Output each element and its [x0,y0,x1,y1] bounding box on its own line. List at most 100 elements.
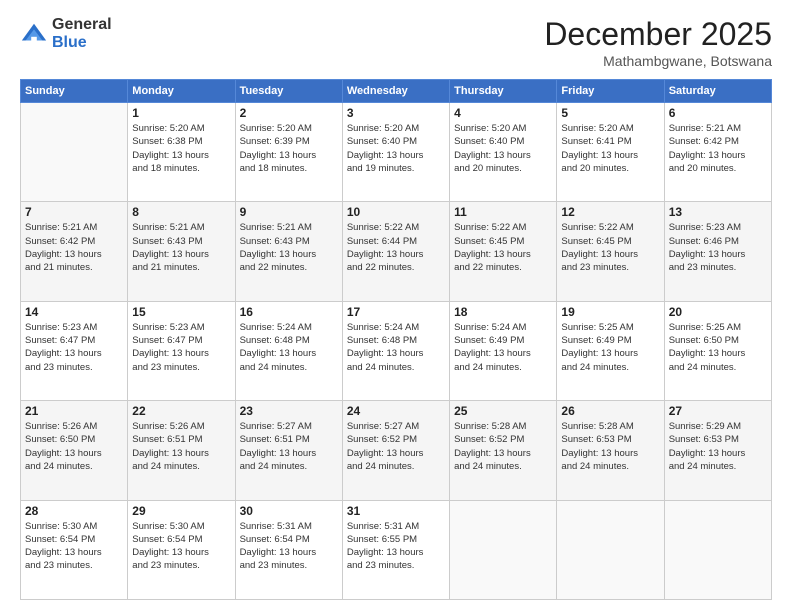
table-row [21,103,128,202]
calendar-week-row: 14 Sunrise: 5:23 AM Sunset: 6:47 PM Dayli… [21,301,772,400]
day-number: 13 [669,205,767,219]
day-info: Sunrise: 5:26 AM Sunset: 6:50 PM Dayligh… [25,420,123,473]
table-row: 18 Sunrise: 5:24 AM Sunset: 6:49 PM Dayli… [450,301,557,400]
day-info: Sunrise: 5:24 AM Sunset: 6:48 PM Dayligh… [240,321,338,374]
col-monday: Monday [128,80,235,103]
day-info: Sunrise: 5:20 AM Sunset: 6:40 PM Dayligh… [454,122,552,175]
day-number: 14 [25,305,123,319]
day-info: Sunrise: 5:21 AM Sunset: 6:42 PM Dayligh… [669,122,767,175]
col-tuesday: Tuesday [235,80,342,103]
col-saturday: Saturday [664,80,771,103]
day-number: 3 [347,106,445,120]
table-row: 28 Sunrise: 5:30 AM Sunset: 6:54 PM Dayli… [21,500,128,599]
table-row: 17Sunrise: 5:24 AM Sunset: 6:48 PM Dayli… [342,301,449,400]
day-info: Sunrise: 5:28 AM Sunset: 6:53 PM Dayligh… [561,420,659,473]
day-info: Sunrise: 5:30 AM Sunset: 6:54 PM Dayligh… [25,520,123,573]
table-row: 6 Sunrise: 5:21 AM Sunset: 6:42 PM Daylig… [664,103,771,202]
day-number: 15 [132,305,230,319]
day-info: Sunrise: 5:23 AM Sunset: 6:47 PM Dayligh… [132,321,230,374]
table-row: 30Sunrise: 5:31 AM Sunset: 6:54 PM Dayli… [235,500,342,599]
day-number: 6 [669,106,767,120]
table-row: 27 Sunrise: 5:29 AM Sunset: 6:53 PM Dayli… [664,401,771,500]
table-row: 10 Sunrise: 5:22 AM Sunset: 6:44 PM Dayli… [342,202,449,301]
day-number: 9 [240,205,338,219]
day-info: Sunrise: 5:21 AM Sunset: 6:43 PM Dayligh… [132,221,230,274]
day-info: Sunrise: 5:22 AM Sunset: 6:44 PM Dayligh… [347,221,445,274]
page: General Blue December 2025 Mathambgwane,… [0,0,792,612]
table-row: 16 Sunrise: 5:24 AM Sunset: 6:48 PM Dayli… [235,301,342,400]
day-number: 23 [240,404,338,418]
table-row: 29 Sunrise: 5:30 AM Sunset: 6:54 PM Dayli… [128,500,235,599]
day-number: 4 [454,106,552,120]
day-info: Sunrise: 5:22 AM Sunset: 6:45 PM Dayligh… [454,221,552,274]
table-row: 19 Sunrise: 5:25 AM Sunset: 6:49 PM Dayli… [557,301,664,400]
day-number: 11 [454,205,552,219]
table-row [557,500,664,599]
day-info: Sunrise: 5:24 AM Sunset: 6:49 PM Dayligh… [454,321,552,374]
day-info: Sunrise: 5:30 AM Sunset: 6:54 PM Dayligh… [132,520,230,573]
logo-text: General Blue [52,16,112,51]
day-info: Sunrise: 5:25 AM Sunset: 6:49 PM Dayligh… [561,321,659,374]
table-row: 20 Sunrise: 5:25 AM Sunset: 6:50 PM Dayli… [664,301,771,400]
table-row: 22 Sunrise: 5:26 AM Sunset: 6:51 PM Dayli… [128,401,235,500]
day-info: Sunrise: 5:29 AM Sunset: 6:53 PM Dayligh… [669,420,767,473]
table-row: 5 Sunrise: 5:20 AM Sunset: 6:41 PM Daylig… [557,103,664,202]
day-number: 26 [561,404,659,418]
col-thursday: Thursday [450,80,557,103]
location: Mathambgwane, Botswana [544,53,772,69]
day-number: 20 [669,305,767,319]
table-row: 15 Sunrise: 5:23 AM Sunset: 6:47 PM Dayli… [128,301,235,400]
table-row: 12 Sunrise: 5:22 AM Sunset: 6:45 PM Dayli… [557,202,664,301]
calendar-header-row: Sunday Monday Tuesday Wednesday Thursday… [21,80,772,103]
day-info: Sunrise: 5:28 AM Sunset: 6:52 PM Dayligh… [454,420,552,473]
day-number: 8 [132,205,230,219]
day-number: 22 [132,404,230,418]
day-number: 19 [561,305,659,319]
day-number: 12 [561,205,659,219]
table-row: 2Sunrise: 5:20 AM Sunset: 6:39 PM Daylig… [235,103,342,202]
day-info: Sunrise: 5:26 AM Sunset: 6:51 PM Dayligh… [132,420,230,473]
day-number: 5 [561,106,659,120]
day-info: Sunrise: 5:23 AM Sunset: 6:46 PM Dayligh… [669,221,767,274]
day-number: 10 [347,205,445,219]
table-row: 31Sunrise: 5:31 AM Sunset: 6:55 PM Dayli… [342,500,449,599]
day-number: 27 [669,404,767,418]
calendar-table: Sunday Monday Tuesday Wednesday Thursday… [20,79,772,600]
day-info: Sunrise: 5:21 AM Sunset: 6:42 PM Dayligh… [25,221,123,274]
day-number: 18 [454,305,552,319]
day-number: 21 [25,404,123,418]
table-row: 1Sunrise: 5:20 AM Sunset: 6:38 PM Daylig… [128,103,235,202]
calendar-week-row: 7 Sunrise: 5:21 AM Sunset: 6:42 PM Daylig… [21,202,772,301]
table-row [664,500,771,599]
day-info: Sunrise: 5:25 AM Sunset: 6:50 PM Dayligh… [669,321,767,374]
title-block: December 2025 Mathambgwane, Botswana [544,16,772,69]
day-number: 30 [240,504,338,518]
logo-general-text: General [52,16,112,34]
day-info: Sunrise: 5:20 AM Sunset: 6:38 PM Dayligh… [132,122,230,175]
day-number: 28 [25,504,123,518]
table-row: 8 Sunrise: 5:21 AM Sunset: 6:43 PM Daylig… [128,202,235,301]
header: General Blue December 2025 Mathambgwane,… [20,16,772,69]
day-info: Sunrise: 5:20 AM Sunset: 6:40 PM Dayligh… [347,122,445,175]
day-number: 31 [347,504,445,518]
day-number: 25 [454,404,552,418]
calendar-week-row: 21 Sunrise: 5:26 AM Sunset: 6:50 PM Dayli… [21,401,772,500]
col-friday: Friday [557,80,664,103]
calendar-week-row: 28 Sunrise: 5:30 AM Sunset: 6:54 PM Dayli… [21,500,772,599]
col-wednesday: Wednesday [342,80,449,103]
day-number: 29 [132,504,230,518]
table-row: 23 Sunrise: 5:27 AM Sunset: 6:51 PM Dayli… [235,401,342,500]
day-info: Sunrise: 5:21 AM Sunset: 6:43 PM Dayligh… [240,221,338,274]
day-number: 2 [240,106,338,120]
day-info: Sunrise: 5:27 AM Sunset: 6:51 PM Dayligh… [240,420,338,473]
table-row: 3 Sunrise: 5:20 AM Sunset: 6:40 PM Daylig… [342,103,449,202]
day-info: Sunrise: 5:20 AM Sunset: 6:41 PM Dayligh… [561,122,659,175]
day-number: 7 [25,205,123,219]
day-info: Sunrise: 5:24 AM Sunset: 6:48 PM Dayligh… [347,321,445,374]
day-number: 24 [347,404,445,418]
day-number: 16 [240,305,338,319]
table-row: 25 Sunrise: 5:28 AM Sunset: 6:52 PM Dayli… [450,401,557,500]
day-info: Sunrise: 5:22 AM Sunset: 6:45 PM Dayligh… [561,221,659,274]
table-row: 11 Sunrise: 5:22 AM Sunset: 6:45 PM Dayli… [450,202,557,301]
logo-blue-text: Blue [52,34,112,52]
